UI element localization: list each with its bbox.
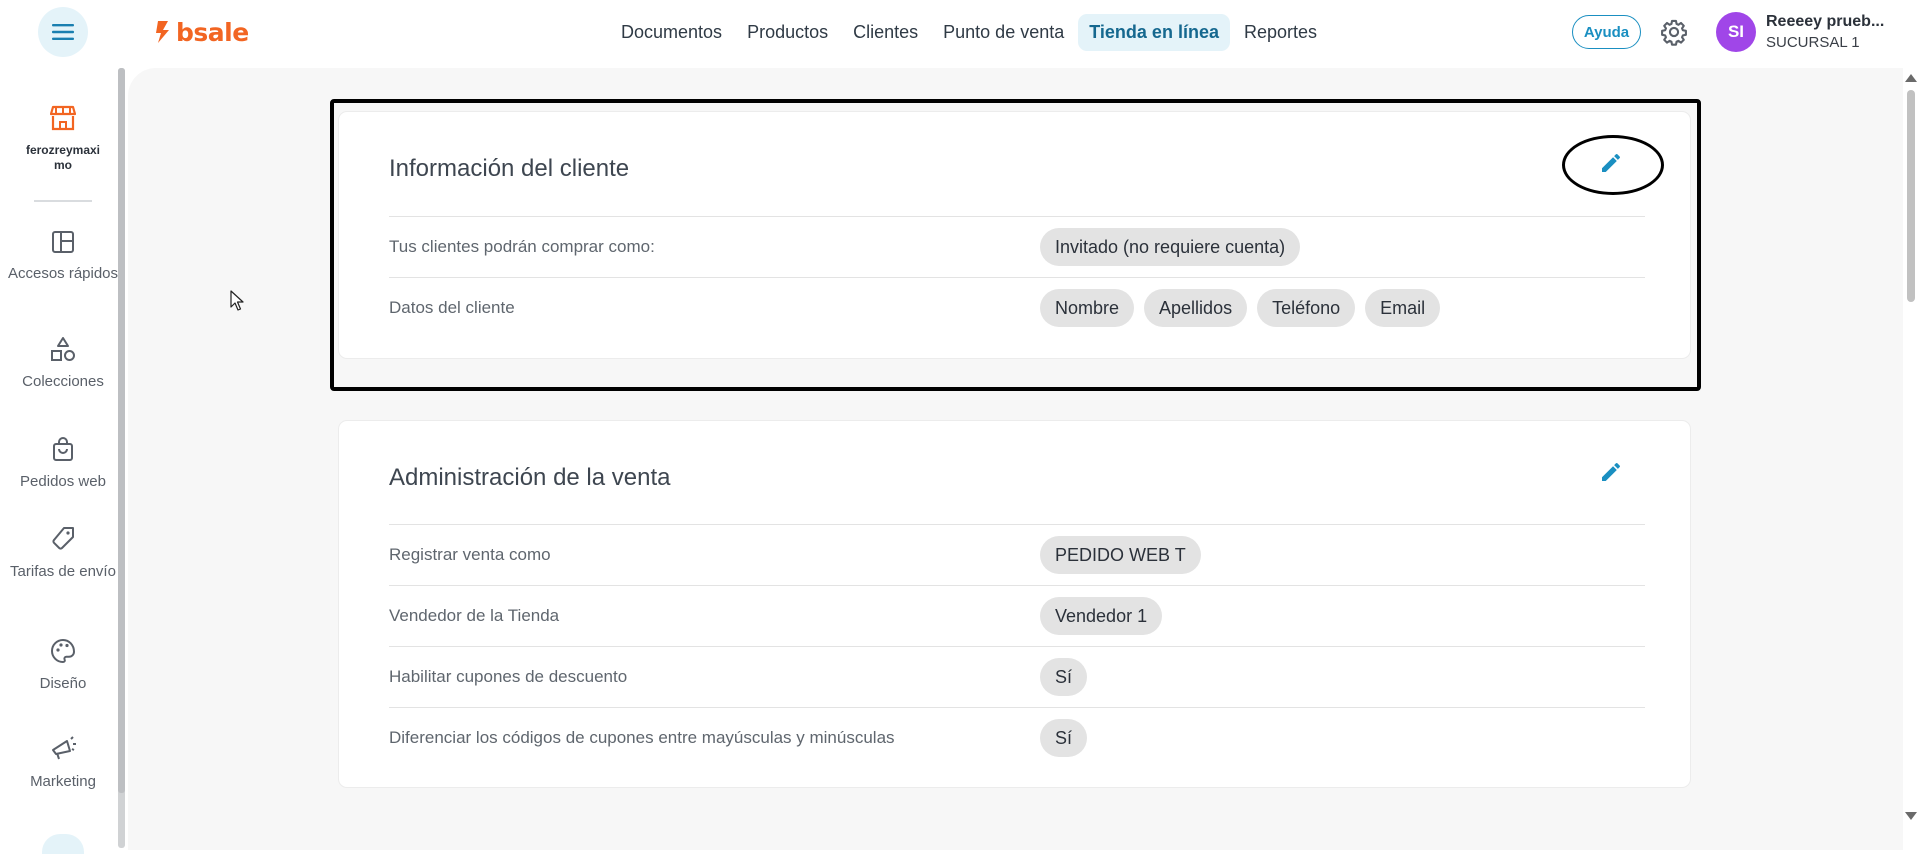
chip: Sí	[1040, 719, 1088, 757]
sidebar-item-pedidos-web[interactable]: Pedidos web	[4, 436, 122, 490]
shopping-bag-icon	[53, 437, 73, 461]
palette-icon	[51, 638, 76, 664]
table-row: Habilitar cupones de descuento Sí	[389, 646, 1645, 707]
sidebar-item-label: Colecciones	[22, 373, 104, 390]
sidebar-item-colecciones[interactable]: Colecciones	[4, 336, 122, 390]
sidebar-item-marketing[interactable]: Marketing	[4, 736, 122, 790]
help-button[interactable]: Ayuda	[1572, 15, 1641, 49]
avatar[interactable]: SI	[1716, 12, 1756, 52]
edit-button[interactable]	[1593, 145, 1629, 181]
row-label: Tus clientes podrán comprar como:	[389, 237, 655, 256]
chip: Apellidos	[1144, 289, 1248, 327]
sidebar-item-label: Diseño	[39, 675, 87, 692]
nav-punto-de-venta[interactable]: Punto de venta	[932, 14, 1075, 51]
card-title: Información del cliente	[389, 155, 630, 182]
chip: Email	[1365, 289, 1441, 327]
sidebar-store[interactable]: ferozreymaximo	[4, 104, 122, 173]
row-label: Habilitar cupones de descuento	[389, 667, 628, 686]
top-bar: bsale Documentos Productos Clientes Punt…	[0, 0, 1918, 64]
main-scrollbar-thumb[interactable]	[1907, 90, 1915, 302]
gear-icon[interactable]	[1660, 18, 1688, 46]
store-icon	[49, 105, 77, 131]
row-label: Vendedor de la Tienda	[389, 606, 560, 625]
shapes-icon	[51, 337, 75, 361]
hamburger-icon	[52, 24, 74, 40]
sidebar-item-label: Marketing	[30, 773, 96, 790]
scroll-up-icon[interactable]	[1905, 74, 1917, 82]
nav-reportes[interactable]: Reportes	[1233, 14, 1328, 51]
table-row: Registrar venta como PEDIDO WEB T	[389, 524, 1645, 585]
user-branch: SUCURSAL 1	[1766, 34, 1860, 51]
sidebar-item-label: Pedidos web	[20, 473, 106, 490]
nav-productos[interactable]: Productos	[736, 14, 839, 51]
sidebar-divider	[34, 200, 92, 202]
chip: Nombre	[1040, 289, 1135, 327]
menu-button[interactable]	[38, 7, 88, 57]
tag-icon	[52, 527, 74, 550]
table-row: Datos del cliente Nombre Apellidos Teléf…	[389, 277, 1645, 338]
sidebar-item-diseno[interactable]: Diseño	[4, 638, 122, 692]
table-row: Diferenciar los códigos de cupones entre…	[389, 707, 1645, 768]
chip: Invitado (no requiere cuenta)	[1040, 228, 1301, 266]
nav-clientes[interactable]: Clientes	[842, 14, 929, 51]
scroll-down-icon[interactable]	[1905, 812, 1917, 820]
row-label: Registrar venta como	[389, 545, 551, 564]
pencil-icon	[1602, 153, 1621, 172]
layout-icon	[52, 231, 74, 253]
user-name[interactable]: Reeeey prueb...	[1766, 13, 1884, 31]
main-nav: Documentos Productos Clientes Punto de v…	[610, 12, 1331, 52]
nav-tienda-en-linea[interactable]: Tienda en línea	[1078, 13, 1230, 51]
sidebar-item-label: Tarifas de envío	[10, 563, 116, 580]
pencil-icon	[1602, 462, 1621, 481]
edit-button[interactable]	[1593, 454, 1629, 490]
chip: PEDIDO WEB T	[1040, 536, 1201, 574]
card-title: Administración de la venta	[389, 464, 671, 491]
sidebar: ferozreymaximo Accesos rápidos Coleccion…	[0, 64, 118, 854]
row-label: Diferenciar los códigos de cupones entre…	[389, 728, 895, 747]
sidebar-item-tarifas-de-envio[interactable]: Tarifas de envío	[4, 526, 122, 580]
sidebar-item-accesos-rapidos[interactable]: Accesos rápidos	[4, 230, 122, 282]
chip: Sí	[1040, 658, 1088, 696]
logo-text: bsale	[176, 17, 249, 47]
bsale-logo[interactable]: bsale	[154, 16, 249, 48]
sale-admin-card: Administración de la venta Registrar ven…	[338, 420, 1691, 788]
customer-info-card: Información del cliente Tus clientes pod…	[338, 111, 1691, 359]
nav-documentos[interactable]: Documentos	[610, 14, 733, 51]
megaphone-icon	[52, 736, 76, 760]
chip: Vendedor 1	[1040, 597, 1163, 635]
bsale-logo-icon	[156, 21, 169, 43]
sidebar-more-icon[interactable]	[42, 834, 84, 854]
sidebar-scrollbar-thumb[interactable]	[118, 68, 125, 793]
table-row: Tus clientes podrán comprar como: Invita…	[389, 216, 1645, 277]
store-name: ferozreymaximo	[25, 143, 101, 172]
table-row: Vendedor de la Tienda Vendedor 1	[389, 585, 1645, 646]
sidebar-item-label: Accesos rápidos	[7, 265, 119, 282]
chip: Teléfono	[1257, 289, 1356, 327]
row-label: Datos del cliente	[389, 298, 515, 317]
